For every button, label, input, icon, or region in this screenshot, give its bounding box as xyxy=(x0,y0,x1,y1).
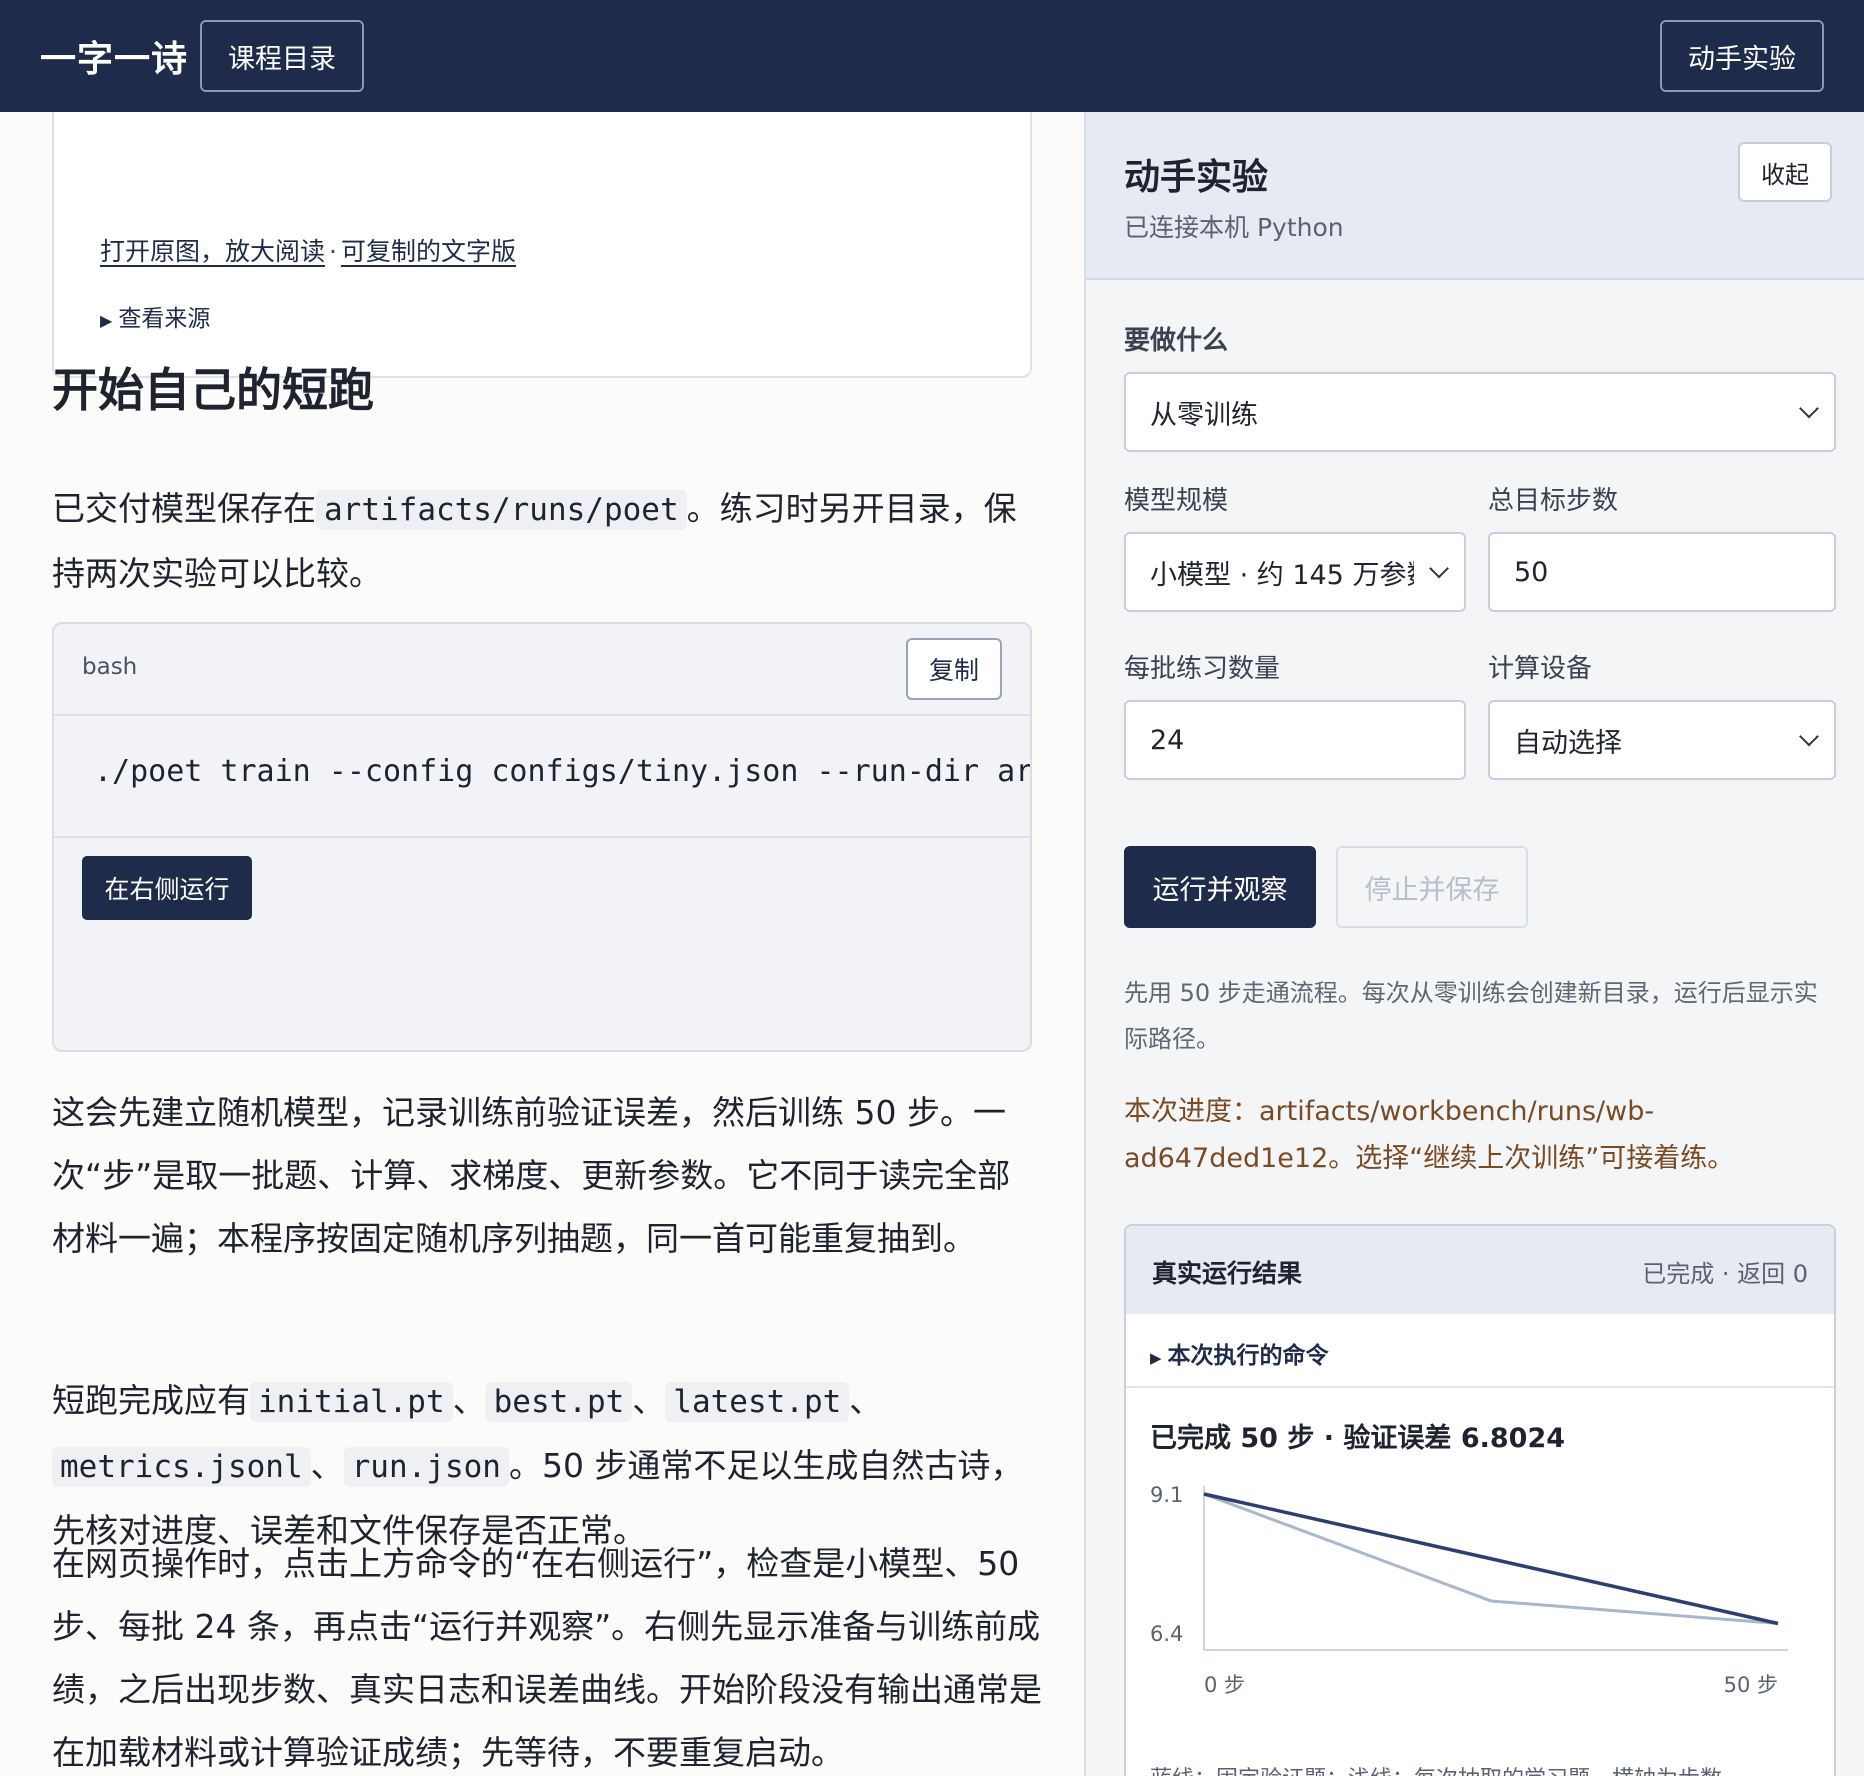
chevron-down-icon xyxy=(1429,558,1449,579)
device-value: 自动选择 xyxy=(1514,727,1622,759)
source-card: 打开原图，放大阅读 · 可复制的文字版 ▶ 查看来源 xyxy=(52,112,1032,378)
file-name: run.json xyxy=(343,1447,509,1487)
target-steps-label: 总目标步数 xyxy=(1488,486,1619,516)
file-name: best.pt xyxy=(485,1382,633,1422)
list-separator: 、 xyxy=(632,1381,666,1420)
batch-size-label: 每批练习数量 xyxy=(1124,654,1281,684)
divider xyxy=(1126,1386,1834,1388)
file-name: initial.pt xyxy=(250,1382,453,1422)
lab-panel: 动手实验 已连接本机 Python 收起 要做什么 从零训练 模型规模 小模型 … xyxy=(1084,112,1864,1776)
x-tick-label-start: 0 步 xyxy=(1204,1673,1245,1697)
chevron-down-icon xyxy=(1799,398,1819,419)
model-size-select[interactable]: 小模型 · 约 145 万参数 xyxy=(1124,532,1466,612)
code-language-label: bash xyxy=(82,654,138,680)
disclosure-triangle-icon: ▶ xyxy=(100,311,113,330)
run-and-observe-button[interactable]: 运行并观察 xyxy=(1124,846,1316,928)
inline-code-path: artifacts/runs/poet xyxy=(316,490,687,530)
run-summary: 已完成 50 步 · 验证误差 6.8024 xyxy=(1150,1423,1566,1454)
batch-size-value: 24 xyxy=(1150,724,1185,756)
paragraph-intro: 已交付模型保存在 artifacts/runs/poet 。练习时另开目录，保持两次… xyxy=(52,477,1042,605)
collapse-button[interactable]: 收起 xyxy=(1738,142,1832,202)
view-source-label: 查看来源 xyxy=(118,306,211,332)
paragraph-steps: 这会先建立随机模型，记录训练前验证误差，然后训练 50 步。一次“步”是取一批题… xyxy=(52,1093,1011,1258)
run-result-card: 真实运行结果 已完成 · 返回 0 ▶ 本次执行的命令 已完成 50 步 · 验证… xyxy=(1124,1224,1836,1776)
executed-command-toggle[interactable]: ▶ 本次执行的命令 xyxy=(1150,1336,1329,1370)
target-steps-value: 50 xyxy=(1514,556,1549,588)
code-block: bash 复制 ./poet train --config configs/ti… xyxy=(52,622,1032,1052)
connection-status: 已连接本机 Python xyxy=(1124,213,1344,242)
executed-command-label: 本次执行的命令 xyxy=(1167,1343,1329,1369)
progress-path-text: 本次进度：artifacts/workbench/runs/wb-ad647de… xyxy=(1124,1096,1735,1174)
file-name: latest.pt xyxy=(665,1382,850,1422)
file-name: metrics.jsonl xyxy=(52,1447,311,1487)
intro-text-a: 已交付模型保存在 xyxy=(52,489,316,528)
loss-chart: 9.1 6.4 0 步 50 步 xyxy=(1150,1483,1788,1697)
hint-text: 先用 50 步走通流程。每次从零训练会创建新目录，运行后显示实际路径。 xyxy=(1124,979,1818,1053)
stop-and-save-button[interactable]: 停止并保存 xyxy=(1336,846,1528,928)
brand-logo[interactable]: 一字一诗 xyxy=(40,30,188,82)
run-on-right-button[interactable]: 在右侧运行 xyxy=(82,856,252,920)
lab-title: 动手实验 xyxy=(1124,157,1269,198)
disclosure-triangle-icon: ▶ xyxy=(1150,1349,1162,1367)
task-select-value: 从零训练 xyxy=(1150,399,1258,431)
copy-button[interactable]: 复制 xyxy=(906,638,1002,700)
task-label: 要做什么 xyxy=(1124,326,1229,356)
y-tick-label-min: 6.4 xyxy=(1150,1622,1183,1646)
chart-caption: 蓝线：固定验证题；浅线：每次抽取的学习题。横轴为步数。 xyxy=(1150,1761,1744,1776)
code-block-body[interactable]: ./poet train --config configs/tiny.json … xyxy=(54,718,1030,838)
link-separator: · xyxy=(329,237,337,266)
chevron-down-icon xyxy=(1799,726,1819,747)
target-steps-input[interactable]: 50 xyxy=(1488,532,1836,612)
text-version-link[interactable]: 可复制的文字版 xyxy=(341,237,516,266)
list-separator: 、 xyxy=(452,1381,486,1420)
code-block-header: bash 复制 xyxy=(54,624,1030,716)
lab-panel-header: 动手实验 已连接本机 Python 收起 xyxy=(1086,112,1864,280)
section-heading: 开始自己的短跑 xyxy=(52,363,374,417)
model-size-value: 小模型 · 约 145 万参数 xyxy=(1150,559,1414,591)
view-source-toggle[interactable]: ▶ 查看来源 xyxy=(100,299,210,333)
course-catalog-button[interactable]: 课程目录 xyxy=(200,20,364,92)
open-original-image-link[interactable]: 打开原图，放大阅读 xyxy=(100,237,325,266)
run-result-title: 真实运行结果 xyxy=(1152,1259,1303,1288)
list-separator: 、 xyxy=(849,1381,883,1420)
hands-on-lab-button[interactable]: 动手实验 xyxy=(1660,20,1824,92)
batch-size-input[interactable]: 24 xyxy=(1124,700,1466,780)
run-result-status: 已完成 · 返回 0 xyxy=(1642,1260,1808,1288)
task-select[interactable]: 从零训练 xyxy=(1124,372,1836,452)
code-command: ./poet train --config configs/tiny.json … xyxy=(94,754,1032,789)
top-nav-bar: 一字一诗 课程目录 动手实验 xyxy=(0,0,1864,112)
files-text-a: 短跑完成应有 xyxy=(52,1381,250,1420)
run-result-header: 真实运行结果 已完成 · 返回 0 xyxy=(1126,1226,1834,1314)
paragraph-instructions: 在网页操作时，点击上方命令的“在右侧运行”，检查是小模型、50 步、每批 24 … xyxy=(52,1544,1042,1772)
model-size-label: 模型规模 xyxy=(1124,486,1229,516)
device-label: 计算设备 xyxy=(1488,654,1593,684)
list-separator: 、 xyxy=(310,1446,344,1485)
x-tick-label-end: 50 步 xyxy=(1724,1673,1778,1697)
source-links: 打开原图，放大阅读 · 可复制的文字版 xyxy=(100,232,516,268)
y-tick-label-max: 9.1 xyxy=(1150,1483,1183,1507)
validation-loss-line xyxy=(1203,1492,1779,1626)
device-select[interactable]: 自动选择 xyxy=(1488,700,1836,780)
article-column: 打开原图，放大阅读 · 可复制的文字版 ▶ 查看来源 开始自己的短跑 已交付模型保存在… xyxy=(0,112,1084,1776)
